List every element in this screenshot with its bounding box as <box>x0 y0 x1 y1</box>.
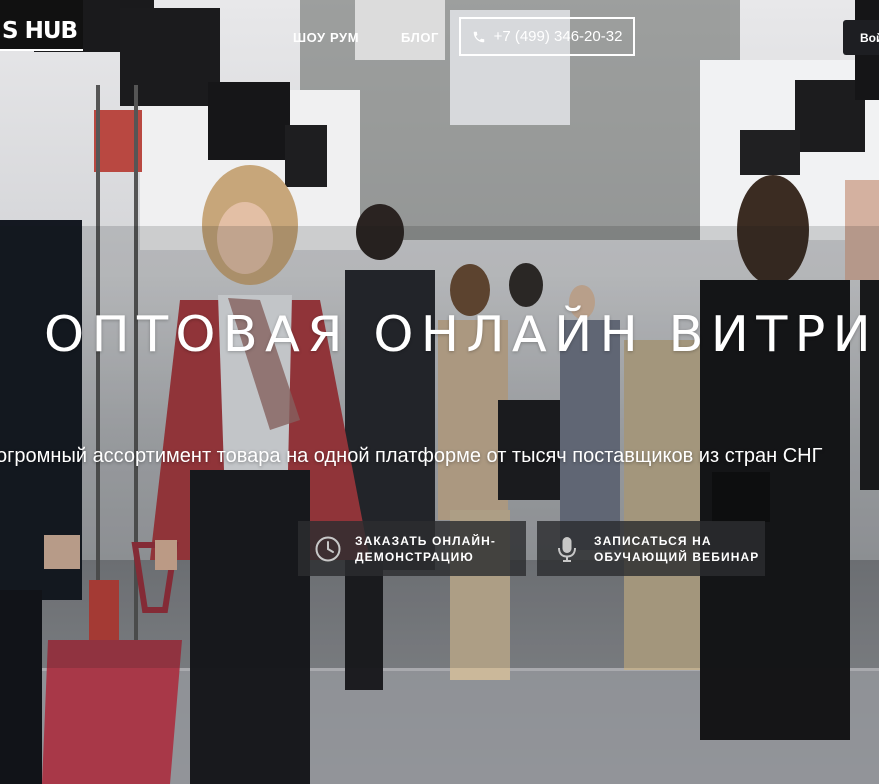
hero-section <box>0 0 879 784</box>
nav-blog-link[interactable]: БЛОГ <box>401 30 439 45</box>
nav-showroom-link[interactable]: ШОУ РУМ <box>293 30 359 45</box>
login-button[interactable]: Вой <box>843 20 879 55</box>
order-demo-line1: ЗАКАЗАТЬ ОНЛАЙН- <box>355 533 497 548</box>
webinar-signup-button[interactable]: ЗАПИСАТЬСЯ НА ОБУЧАЮЩИЙ ВЕБИНАР <box>537 521 765 576</box>
logo-text: S HUB <box>0 0 84 51</box>
site-logo[interactable]: S HUB <box>0 0 160 52</box>
order-demo-line2: ДЕМОНСТРАЦИЮ <box>355 549 474 564</box>
phone-number: +7 (499) 346-20-32 <box>493 28 623 45</box>
order-demo-label: ЗАКАЗАТЬ ОНЛАЙН- ДЕМОНСТРАЦИЮ <box>355 533 496 565</box>
hero-subheadline: огромный ассортимент товара на одной пла… <box>0 445 823 467</box>
phone-icon <box>473 31 484 42</box>
hero-headline: ОПТОВАЯ ОНЛАЙН ВИТРИ <box>44 306 879 363</box>
phone-button[interactable]: +7 (499) 346-20-32 <box>459 17 635 56</box>
webinar-signup-line2: ОБУЧАЮЩИЙ ВЕБИНАР <box>594 549 760 564</box>
webinar-signup-label: ЗАПИСАТЬСЯ НА ОБУЧАЮЩИЙ ВЕБИНАР <box>594 533 759 565</box>
clock-icon <box>315 536 341 561</box>
microphone-icon <box>558 536 576 562</box>
webinar-signup-line1: ЗАПИСАТЬСЯ НА <box>594 533 712 548</box>
order-demo-button[interactable]: ЗАКАЗАТЬ ОНЛАЙН- ДЕМОНСТРАЦИЮ <box>298 521 526 576</box>
